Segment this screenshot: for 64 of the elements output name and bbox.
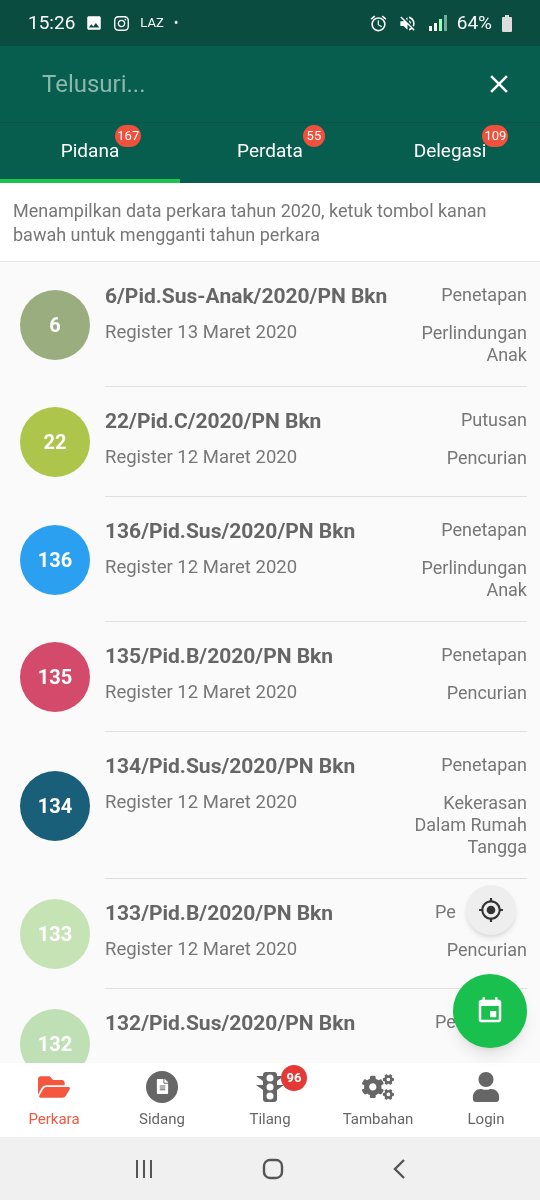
count-badge: 96 bbox=[281, 1064, 307, 1091]
count-badge: 167 bbox=[115, 124, 142, 147]
nav-tab[interactable]: Tambahan bbox=[324, 1063, 432, 1137]
case-category: Perlindungan Anak bbox=[420, 557, 527, 601]
document-icon bbox=[146, 1070, 178, 1103]
case-category: Pencurian bbox=[446, 447, 527, 469]
traffic-light-icon bbox=[255, 1070, 285, 1103]
case-title: 22/Pid.C/2020/PN Bkn bbox=[105, 409, 323, 434]
register-date: Register 13 Maret 2020 bbox=[105, 320, 299, 345]
user-icon bbox=[471, 1071, 501, 1102]
case-status: Penetapan bbox=[441, 519, 527, 541]
search-field[interactable]: Telusuri... bbox=[42, 66, 484, 102]
case-category: Pencurian bbox=[446, 682, 527, 704]
case-status: Penetapan bbox=[441, 644, 527, 666]
case-number-avatar: 132 bbox=[20, 1009, 90, 1063]
register-date: Register 12 Maret 2020 bbox=[105, 445, 299, 470]
case-status: Putusan bbox=[460, 409, 527, 431]
case-status: Penetapan bbox=[441, 754, 527, 776]
battery-icon bbox=[502, 14, 512, 32]
case-number-avatar: 135 bbox=[20, 642, 90, 712]
alarm-icon bbox=[368, 13, 388, 33]
case-title: 135/Pid.B/2020/PN Bkn bbox=[105, 644, 335, 669]
case-category: Kekerasan Dalam Rumah Tangga bbox=[413, 792, 527, 858]
mute-icon bbox=[397, 13, 417, 33]
case-number-avatar: 22 bbox=[20, 407, 90, 477]
search-bar[interactable]: Telusuri... bbox=[0, 46, 540, 122]
case-title: 6/Pid.Sus-Anak/2020/PN Bkn bbox=[105, 284, 389, 309]
case-status: Pe bbox=[435, 901, 456, 923]
register-date: Register 12 Maret 2020 bbox=[105, 680, 299, 705]
nav-tab[interactable]: Perkara bbox=[0, 1063, 108, 1137]
case-title: 133/Pid.B/2020/PN Bkn bbox=[105, 901, 335, 926]
case-title: 134/Pid.Sus/2020/PN Bkn bbox=[105, 754, 357, 779]
tab[interactable]: Perdata 55 bbox=[180, 123, 360, 183]
case-status: Penetapan bbox=[441, 284, 527, 306]
home-icon[interactable] bbox=[262, 1157, 284, 1180]
case-title: 132/Pid.Sus/2020/PN Bkn bbox=[105, 1011, 357, 1036]
case-status: Pe bbox=[435, 1011, 456, 1033]
case-number-avatar: 133 bbox=[20, 899, 90, 969]
carrier-label: LAZ bbox=[140, 14, 164, 33]
back-icon[interactable] bbox=[392, 1157, 406, 1180]
case-category: Pencurian bbox=[446, 939, 527, 961]
recent-apps-icon[interactable] bbox=[134, 1158, 154, 1179]
signal-icon bbox=[426, 15, 447, 31]
notification-dot: • bbox=[173, 13, 179, 33]
register-date: Register 12 Maret 2020 bbox=[105, 555, 299, 580]
nav-tab[interactable]: Login bbox=[432, 1063, 540, 1137]
register-date: Register 12 Maret 2020 bbox=[105, 937, 299, 962]
nav-tab[interactable]: 96 Tilang bbox=[216, 1063, 324, 1137]
case-number-avatar: 136 bbox=[20, 524, 90, 595]
crosshair-icon bbox=[478, 897, 504, 923]
tab[interactable]: Delegasi 109 bbox=[360, 123, 540, 183]
count-badge: 55 bbox=[302, 124, 325, 147]
instagram-icon bbox=[113, 14, 131, 32]
info-text: Menampilkan data perkara tahun 2020, ketuk tombol kanan bawah untuk mengganti tahun perkara bbox=[13, 199, 488, 247]
clock: 15:26 bbox=[28, 9, 76, 36]
nav-tab[interactable]: Sidang bbox=[108, 1063, 216, 1137]
case-category: Perlindungan Anak bbox=[420, 322, 527, 366]
battery-percent: 64% bbox=[456, 9, 492, 36]
case-title: 136/Pid.Sus/2020/PN Bkn bbox=[105, 519, 357, 544]
case-number-avatar: 6 bbox=[20, 289, 90, 360]
register-date: Register 12 Maret 2020 bbox=[105, 790, 299, 815]
case-number-avatar: 134 bbox=[20, 770, 90, 841]
locate-button[interactable] bbox=[466, 885, 516, 935]
image-icon bbox=[85, 14, 104, 32]
